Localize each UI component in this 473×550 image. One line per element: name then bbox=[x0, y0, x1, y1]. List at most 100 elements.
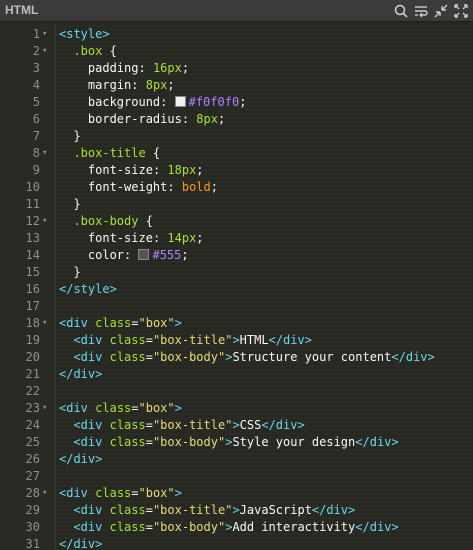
code-line[interactable]: 12 ▾ .box-body { bbox=[0, 213, 473, 230]
line-number: 24 bbox=[25, 418, 40, 432]
code-token: <div bbox=[73, 503, 103, 517]
code-line[interactable]: 20 <div class="box-body">Structure your … bbox=[0, 349, 473, 366]
color-swatch[interactable] bbox=[138, 249, 150, 260]
code-text: <div class="box"> bbox=[59, 315, 182, 332]
code-line[interactable]: 18 ▾ <div class="box"> bbox=[0, 315, 473, 332]
code-line[interactable]: 11 } bbox=[0, 196, 473, 213]
code-token: = bbox=[145, 350, 153, 364]
code-editor[interactable]: 1 ▾ <style> 2 ▾ .box {3 padding: 16px; 4 marg… bbox=[0, 24, 473, 550]
fold-toggle-icon[interactable]: ▾ bbox=[42, 43, 52, 60]
code-line[interactable]: 10 font-weight: bold; bbox=[0, 179, 473, 196]
code-line[interactable]: 5 background: #f0f0f0; bbox=[0, 94, 473, 111]
search-icon[interactable] bbox=[393, 3, 409, 19]
code-line[interactable]: 19 <div class="box-title">HTML</div> bbox=[0, 332, 473, 349]
code-token: = bbox=[145, 333, 153, 347]
code-line[interactable]: 9 font-size: 18px; bbox=[0, 162, 473, 179]
code-line[interactable]: 22 bbox=[0, 383, 473, 400]
code-token: font-size bbox=[87, 163, 153, 177]
fold-toggle-icon[interactable]: ▾ bbox=[42, 26, 52, 43]
code-text: <div class="box-title">JavaScript</div> bbox=[59, 502, 355, 519]
code-token: "box" bbox=[138, 401, 175, 415]
code-token: ; bbox=[196, 231, 204, 245]
code-line[interactable]: 4 margin: 8px; bbox=[0, 77, 473, 94]
code-line[interactable]: 24 <div class="box-title">CSS</div> bbox=[0, 417, 473, 434]
code-line[interactable]: 8 ▾ .box-title { bbox=[0, 145, 473, 162]
code-line[interactable]: 17 bbox=[0, 298, 473, 315]
code-token: = bbox=[131, 316, 139, 330]
line-number: 2 bbox=[32, 44, 40, 58]
expand-icon[interactable] bbox=[453, 3, 469, 19]
code-line[interactable]: 21 </div> bbox=[0, 366, 473, 383]
code-token: > bbox=[232, 503, 240, 517]
code-text: font-size: 14px; bbox=[59, 230, 204, 247]
code-line[interactable]: 6 border-radius: 8px; bbox=[0, 111, 473, 128]
code-line[interactable]: 16 </style> bbox=[0, 281, 473, 298]
code-token: = bbox=[145, 435, 153, 449]
fold-toggle-icon[interactable]: ▾ bbox=[42, 485, 52, 502]
code-line[interactable]: 7 } bbox=[0, 128, 473, 145]
code-token: </div> bbox=[59, 537, 103, 550]
code-line[interactable]: 3 padding: 16px; bbox=[0, 60, 473, 77]
code-token: : bbox=[167, 180, 182, 194]
code-line[interactable]: 31 </div> bbox=[0, 536, 473, 550]
code-text: <div class="box-body">Structure your con… bbox=[59, 349, 435, 366]
line-number: 19 bbox=[25, 333, 40, 347]
code-token: </div> bbox=[391, 350, 435, 364]
code-token: 8px bbox=[145, 78, 168, 92]
line-number: 3 bbox=[32, 61, 40, 75]
code-token: > bbox=[174, 316, 182, 330]
color-swatch[interactable] bbox=[174, 96, 186, 107]
code-line[interactable]: 25 <div class="box-body">Style your desi… bbox=[0, 434, 473, 451]
code-token: class bbox=[109, 435, 146, 449]
code-line[interactable]: 14 color: #555; bbox=[0, 247, 473, 264]
fold-toggle-icon[interactable]: ▾ bbox=[42, 315, 52, 332]
code-token: JavaScript bbox=[239, 503, 312, 517]
line-number: 22 bbox=[25, 384, 40, 398]
code-token: </div> bbox=[311, 503, 356, 517]
code-token: } bbox=[59, 265, 81, 279]
line-number: 27 bbox=[25, 469, 40, 483]
code-token: <div bbox=[73, 350, 103, 364]
code-token: > bbox=[174, 401, 182, 415]
panel-header: HTML bbox=[0, 0, 473, 22]
code-line[interactable]: 28 ▾ <div class="box"> bbox=[0, 485, 473, 502]
code-line[interactable]: 13 font-size: 14px; bbox=[0, 230, 473, 247]
fold-toggle-icon[interactable]: ▾ bbox=[42, 145, 52, 162]
fold-toggle-icon[interactable]: ▾ bbox=[42, 400, 52, 417]
wrap-lines-icon[interactable] bbox=[413, 3, 429, 19]
line-number: 7 bbox=[32, 129, 40, 143]
code-token: ; bbox=[239, 95, 247, 109]
code-line[interactable]: 1 ▾ <style> bbox=[0, 26, 473, 43]
code-token: : bbox=[152, 231, 168, 245]
code-token: HTML bbox=[239, 333, 269, 347]
code-line[interactable]: 30 <div class="box-body">Add interactivi… bbox=[0, 519, 473, 536]
code-line[interactable]: 15 } bbox=[0, 264, 473, 281]
collapse-icon[interactable] bbox=[433, 3, 449, 19]
code-token: </div> bbox=[268, 333, 312, 347]
code-token: bold bbox=[181, 180, 211, 194]
code-line[interactable]: 2 ▾ .box { bbox=[0, 43, 473, 60]
code-line[interactable]: 27 bbox=[0, 468, 473, 485]
line-number: 13 bbox=[25, 231, 40, 245]
code-line[interactable]: 26 </div> bbox=[0, 451, 473, 468]
code-text: <div class="box-title">HTML</div> bbox=[59, 332, 312, 349]
code-token: "box-body" bbox=[152, 520, 226, 534]
line-number: 8 bbox=[32, 146, 40, 160]
fold-toggle-icon[interactable]: ▾ bbox=[42, 213, 52, 230]
code-token: <div bbox=[73, 435, 103, 449]
code-text: .box-title { bbox=[59, 145, 160, 162]
code-token: : bbox=[124, 248, 139, 262]
code-line[interactable]: 29 <div class="box-title">JavaScript</di… bbox=[0, 502, 473, 519]
line-number: 14 bbox=[25, 248, 40, 262]
code-line[interactable]: 23 ▾ <div class="box"> bbox=[0, 400, 473, 417]
